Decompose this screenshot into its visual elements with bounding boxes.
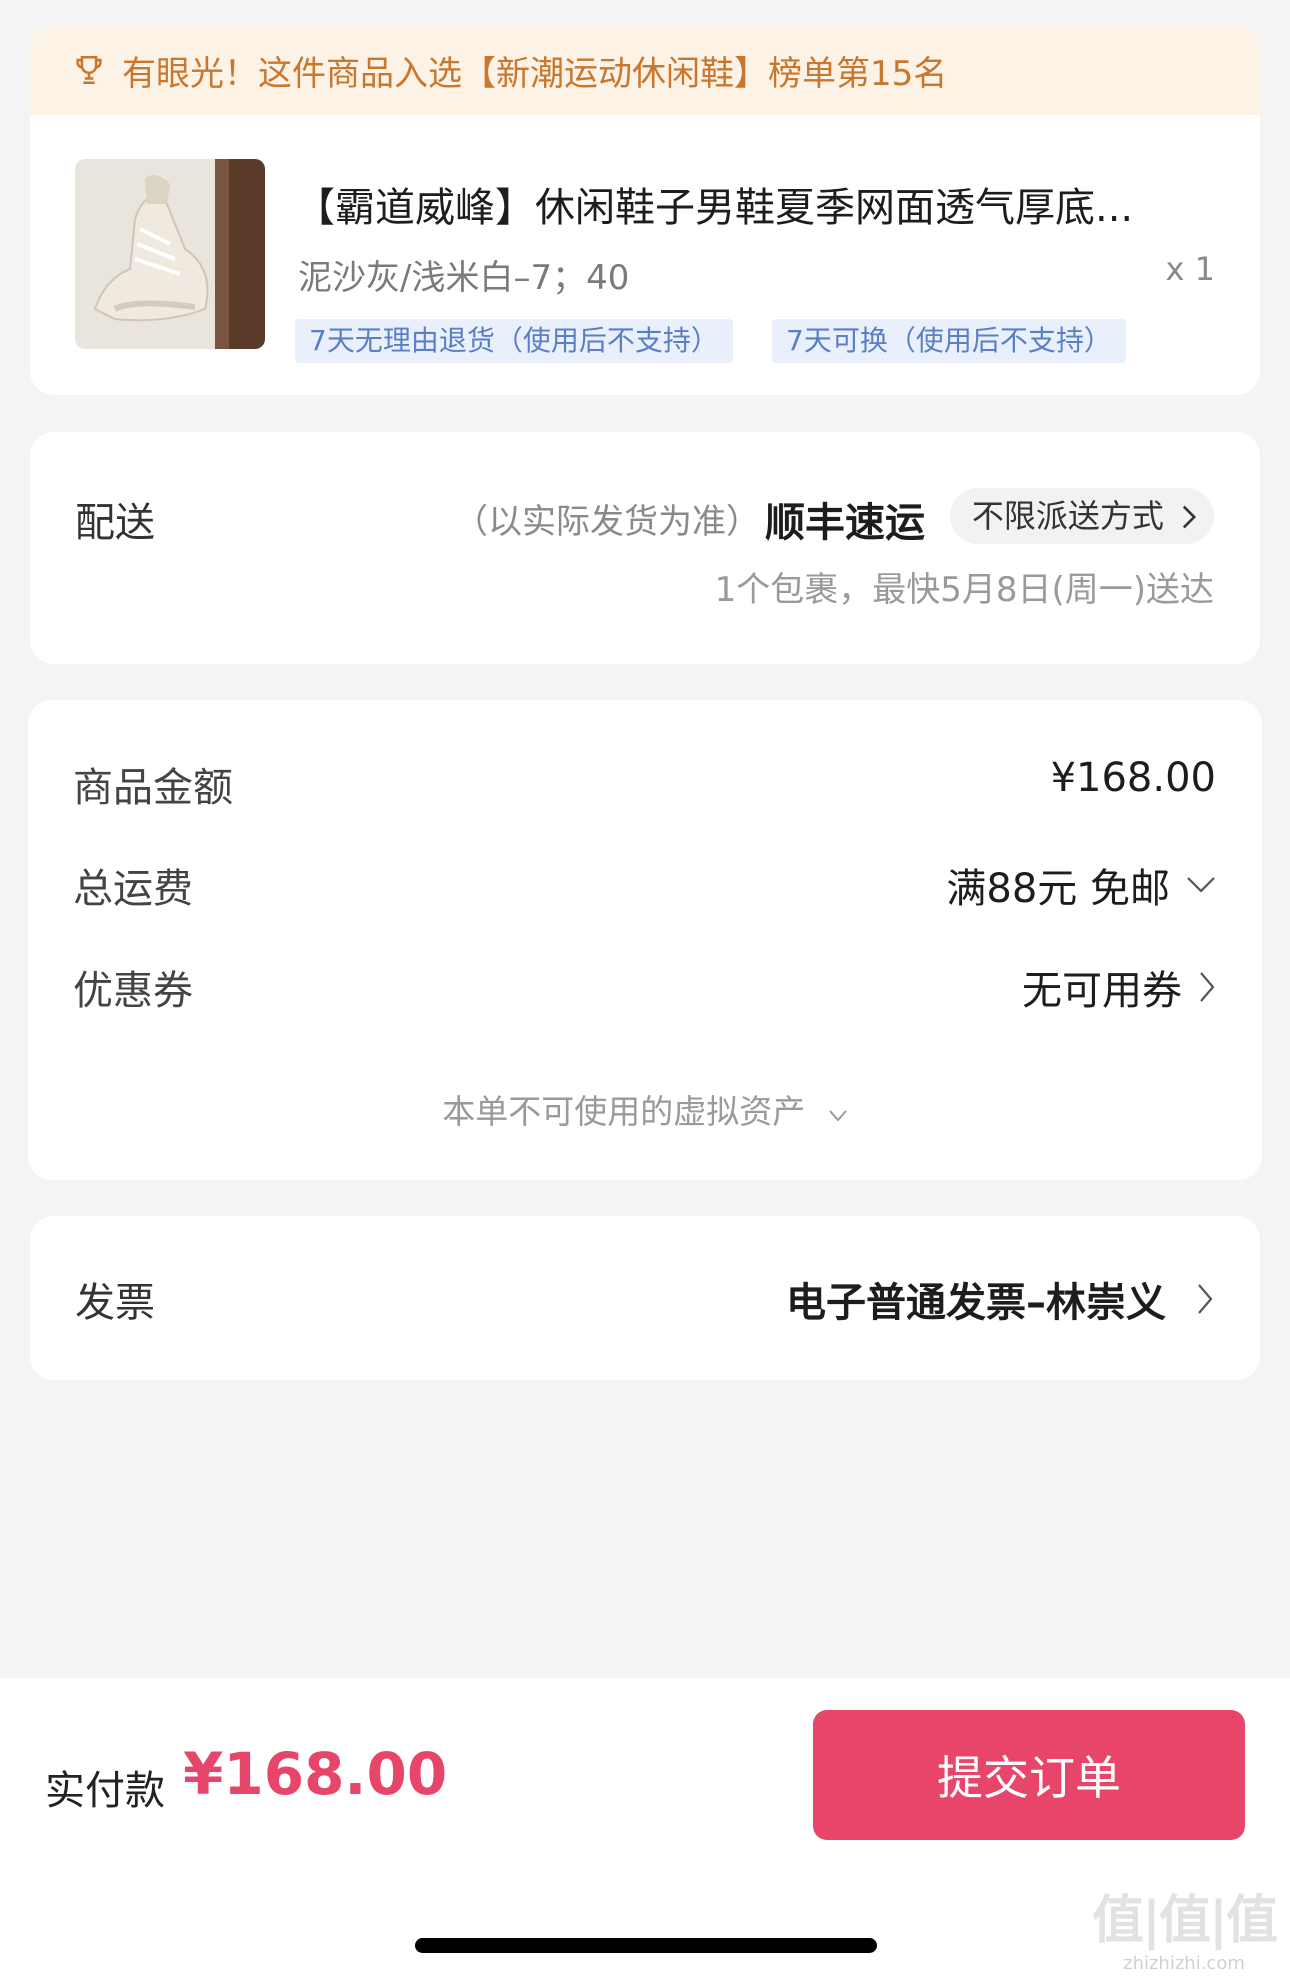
delivery-card: 配送 （以实际发货为准） 顺丰速运 不限派送方式 1个包裹，最快5月8日(周一)… (30, 432, 1260, 664)
delivery-method-button[interactable]: 不限派送方式 (949, 488, 1214, 544)
delivery-eta: 1个包裹，最快5月8日(周一)送达 (714, 570, 1214, 610)
virtual-assets-toggle[interactable]: 本单不可使用的虚拟资产 (28, 1085, 1262, 1133)
coupon-row[interactable]: 优惠券 无可用券 (28, 958, 1262, 1018)
invoice-value: 电子普通发票–林崇义 (786, 1280, 1166, 1326)
invoice-label: 发票 (75, 1280, 155, 1326)
pay-amount: ¥168.00 (183, 1740, 448, 1808)
price-card: 商品金额 ¥168.00 总运费 满88元 免邮 优惠券 无可用券 本单不可使用… (28, 700, 1262, 1180)
chevron-right-icon (1182, 505, 1197, 529)
pay-label: 实付款 (45, 1768, 165, 1814)
delivery-carrier: 顺丰速运 (765, 500, 925, 546)
product-thumbnail[interactable] (75, 159, 265, 349)
checkout-bar: 实付款 ¥168.00 提交订单 值|值|值 zhizhizhi.com (0, 1678, 1290, 1976)
delivery-note: （以实际发货为准） (454, 502, 760, 542)
trophy-icon (76, 55, 102, 85)
invoice-value-group[interactable]: 电子普通发票–林崇义 (786, 1270, 1214, 1328)
shipping-row[interactable]: 总运费 满88元 免邮 (28, 856, 1262, 916)
goods-amount-label: 商品金额 (73, 765, 233, 811)
chevron-right-icon (1198, 1284, 1213, 1314)
home-indicator[interactable] (415, 1938, 877, 1953)
coupon-value: 无可用券 (1022, 968, 1182, 1014)
delivery-method-label: 不限派送方式 (971, 497, 1164, 535)
virtual-assets-note: 本单不可使用的虚拟资产 (442, 1092, 806, 1131)
product-title[interactable]: 【霸道威峰】休闲鞋子男鞋夏季网面透气厚底... (295, 175, 1215, 233)
goods-amount-value: ¥168.00 (1050, 755, 1216, 801)
coupon-value-group[interactable]: 无可用券 (1022, 958, 1216, 1016)
goods-amount-row: 商品金额 ¥168.00 (28, 755, 1262, 815)
shipping-label: 总运费 (73, 866, 193, 912)
chevron-down-icon (1187, 877, 1215, 893)
product-card: 有眼光！这件商品入选【新潮运动休闲鞋】榜单第15名 【霸道威峰】休闲鞋子男鞋夏季… (30, 25, 1260, 395)
product-quantity: x 1 (1165, 250, 1215, 288)
rank-banner[interactable]: 有眼光！这件商品入选【新潮运动休闲鞋】榜单第15名 (30, 25, 1260, 115)
chevron-right-icon (1200, 972, 1215, 1002)
return-policy-tag: 7天无理由退货（使用后不支持） (295, 319, 733, 363)
exchange-policy-tag: 7天可换（使用后不支持） (772, 319, 1126, 363)
watermark-logo: 值|值|值 zhizhizhi.com (1092, 1878, 1278, 1974)
shipping-value: 满88元 免邮 (946, 866, 1170, 912)
watermark-text: 值|值|值 (1092, 1891, 1278, 1951)
shipping-value-group[interactable]: 满88元 免邮 (946, 856, 1216, 914)
coupon-label: 优惠券 (73, 968, 193, 1014)
invoice-card[interactable]: 发票 电子普通发票–林崇义 (30, 1216, 1260, 1380)
delivery-label: 配送 (75, 500, 155, 546)
rank-banner-text: 有眼光！这件商品入选【新潮运动休闲鞋】榜单第15名 (122, 53, 948, 94)
chevron-down-icon (829, 1110, 847, 1122)
watermark-url: zhizhizhi.com (1123, 1953, 1245, 1974)
submit-order-button[interactable]: 提交订单 (813, 1710, 1245, 1840)
product-spec: 泥沙灰/浅米白–7；40 (298, 258, 630, 298)
